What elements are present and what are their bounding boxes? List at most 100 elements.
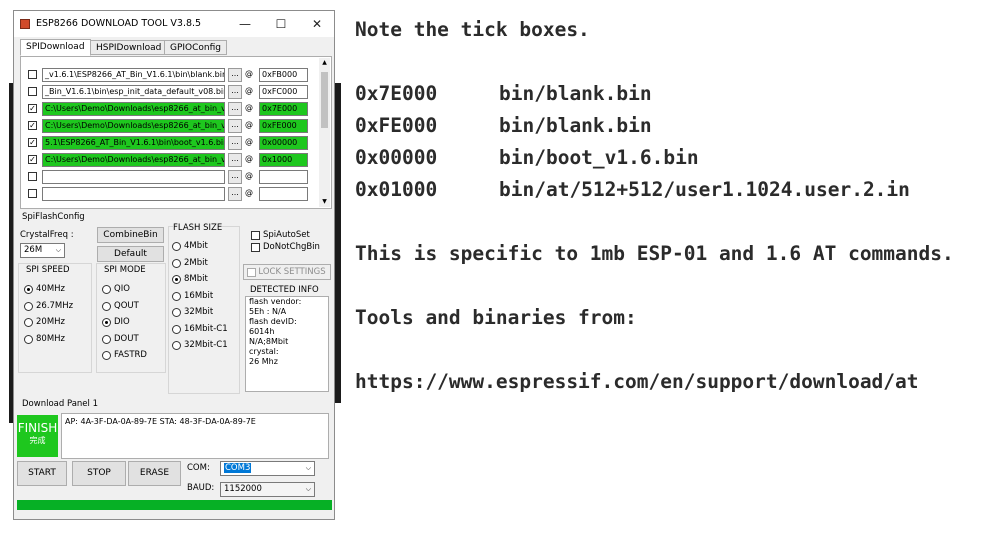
combinebin-button[interactable]: CombineBin [97,227,164,243]
flash-address-input[interactable]: 0x00000 [259,136,308,150]
stop-button[interactable]: STOP [72,461,126,486]
window-title: ESP8266 DOWNLOAD TOOL V3.8.5 [36,18,202,29]
detected-info-line: 5Eh : N/A [249,307,287,316]
file-enable-checkbox[interactable]: ✓ [28,104,37,113]
browse-file-button[interactable]: ... [228,136,242,150]
spi-speed-radio[interactable] [24,334,33,344]
file-path-input[interactable]: C:\Users\Demo\Downloads\esp8266_at_bin_v [42,153,225,167]
browse-file-button[interactable]: ... [228,102,242,116]
erase-button[interactable]: ERASE [128,461,181,486]
flash-size-radio[interactable] [172,341,181,350]
file-path-input[interactable]: C:\Users\Demo\Downloads\esp8266_at_bin_v [42,119,225,133]
note-address: 0x00000 [355,146,438,169]
at-symbol: @ [245,86,253,95]
browse-file-button[interactable]: ... [228,119,242,133]
file-row: _v1.6.1\ESP8266_AT_Bin_V1.6.1\bin\blank.… [21,68,321,82]
file-enable-checkbox[interactable]: ✓ [28,138,37,147]
flash-size-radio[interactable] [172,275,181,284]
file-enable-checkbox[interactable] [28,87,37,96]
flash-address-input[interactable] [259,187,308,201]
file-path-input[interactable] [42,170,225,184]
file-enable-checkbox[interactable] [28,172,37,181]
lock-settings-button[interactable]: LOCK SETTINGS [243,264,331,280]
file-path-input[interactable]: C:\Users\Demo\Downloads\esp8266_at_bin_v [42,102,225,116]
file-enable-checkbox[interactable]: ✓ [28,155,37,164]
browse-file-button[interactable]: ... [228,187,242,201]
title-bar: ESP8266 DOWNLOAD TOOL V3.8.5 — ☐ ✕ [14,11,334,37]
com-select[interactable]: COM3 ⌵ [220,461,315,476]
spi-mode-radio[interactable] [102,351,111,360]
at-symbol: @ [245,103,253,112]
spi-speed-option-label: 80MHz [36,333,66,344]
spi-mode-label: SPI MODE [104,265,146,275]
file-enable-checkbox[interactable] [28,189,37,198]
flash-size-radio[interactable] [172,258,181,268]
flash-address-input[interactable]: 0xFC000 [259,85,308,99]
file-row: ✓ C:\Users\Demo\Downloads\esp8266_at_bin_… [21,153,321,167]
spiautoset-checkbox[interactable] [251,231,260,240]
at-symbol: @ [245,69,253,78]
baud-value: 1152000 [224,484,262,494]
close-button[interactable]: ✕ [300,14,334,34]
crystal-freq-select[interactable]: 26M ⌵ [20,243,65,258]
tab-hspidownload[interactable]: HSPIDownload [90,40,168,55]
crystal-freq-label: CrystalFreq : [20,230,74,240]
browse-file-button[interactable]: ... [228,85,242,99]
flash-size-option-label: 2Mbit [184,257,208,268]
spi-mode-radio[interactable] [102,285,111,294]
app-icon [20,19,30,29]
maximize-button[interactable]: ☐ [264,14,298,34]
file-enable-checkbox[interactable]: ✓ [28,121,37,130]
file-path-input[interactable] [42,187,225,201]
spi-speed-option-label: 26.7MHz [36,300,74,311]
scroll-down-icon[interactable]: ▼ [319,197,330,207]
spi-speed-option-label: 20MHz [36,317,66,327]
spiautoset-label: SpiAutoSet [263,230,310,240]
lock-settings-checkbox[interactable] [247,268,256,277]
tab-spidownload[interactable]: SPIDownload [20,39,91,56]
flash-size-radio[interactable] [172,242,181,251]
com-label: COM: [187,463,210,473]
note-file: bin/blank.bin [499,82,652,105]
file-path-input[interactable]: _v1.6.1\ESP8266_AT_Bin_V1.6.1\bin\blank.… [42,68,225,82]
spi-mode-radio[interactable] [102,334,111,344]
detected-info-line: 26 Mhz [249,357,278,366]
default-button[interactable]: Default [97,246,164,262]
note-url: https://www.espressif.com/en/support/dow… [355,370,919,393]
browse-file-button[interactable]: ... [228,68,242,82]
spi-mode-radio[interactable] [102,318,111,327]
flash-address-input[interactable] [259,170,308,184]
detected-info-line: N/A;8Mbit [249,337,289,346]
minimize-button[interactable]: — [228,14,262,34]
donotchgbin-checkbox[interactable] [251,243,260,252]
spi-mode-option-label: QOUT [114,300,139,311]
flash-address-input[interactable]: 0x1000 [259,153,308,167]
spi-speed-radio[interactable] [24,301,33,311]
flash-size-radio[interactable] [172,324,181,334]
file-enable-checkbox[interactable] [28,70,37,79]
detected-info-line: 6014h [249,327,275,336]
download-panel-label: Download Panel 1 [22,399,98,409]
scroll-up-icon[interactable]: ▲ [319,58,330,68]
spi-speed-option-label: 40MHz [36,284,66,294]
file-path-input[interactable]: _Bin_V1.6.1\bin\esp_init_data_default_v0… [42,85,225,99]
flash-address-input[interactable]: 0x7E000 [259,102,308,116]
spi-mode-radio[interactable] [102,301,111,311]
flash-address-input[interactable]: 0xFE000 [259,119,308,133]
file-path-input[interactable]: 5.1\ESP8266_AT_Bin_V1.6.1\bin\boot_v1.6.… [42,136,225,150]
browse-file-button[interactable]: ... [228,170,242,184]
scroll-thumb[interactable] [321,72,328,128]
spi-speed-radio[interactable] [24,285,33,294]
note-tools: Tools and binaries from: [355,306,637,329]
baud-select[interactable]: 1152000 ⌵ [220,482,315,497]
start-button[interactable]: START [17,461,67,486]
flash-size-radio[interactable] [172,291,181,301]
flash-size-radio[interactable] [172,308,181,317]
at-symbol: @ [245,171,253,180]
tab-gpioconfig[interactable]: GPIOConfig [164,40,228,55]
spi-speed-radio[interactable] [24,318,33,327]
flash-address-input[interactable]: 0xFB000 [259,68,308,82]
flash-size-label: FLASH SIZE [173,223,223,233]
browse-file-button[interactable]: ... [228,153,242,167]
file-list-scrollbar[interactable]: ▲ ▼ [319,58,330,207]
